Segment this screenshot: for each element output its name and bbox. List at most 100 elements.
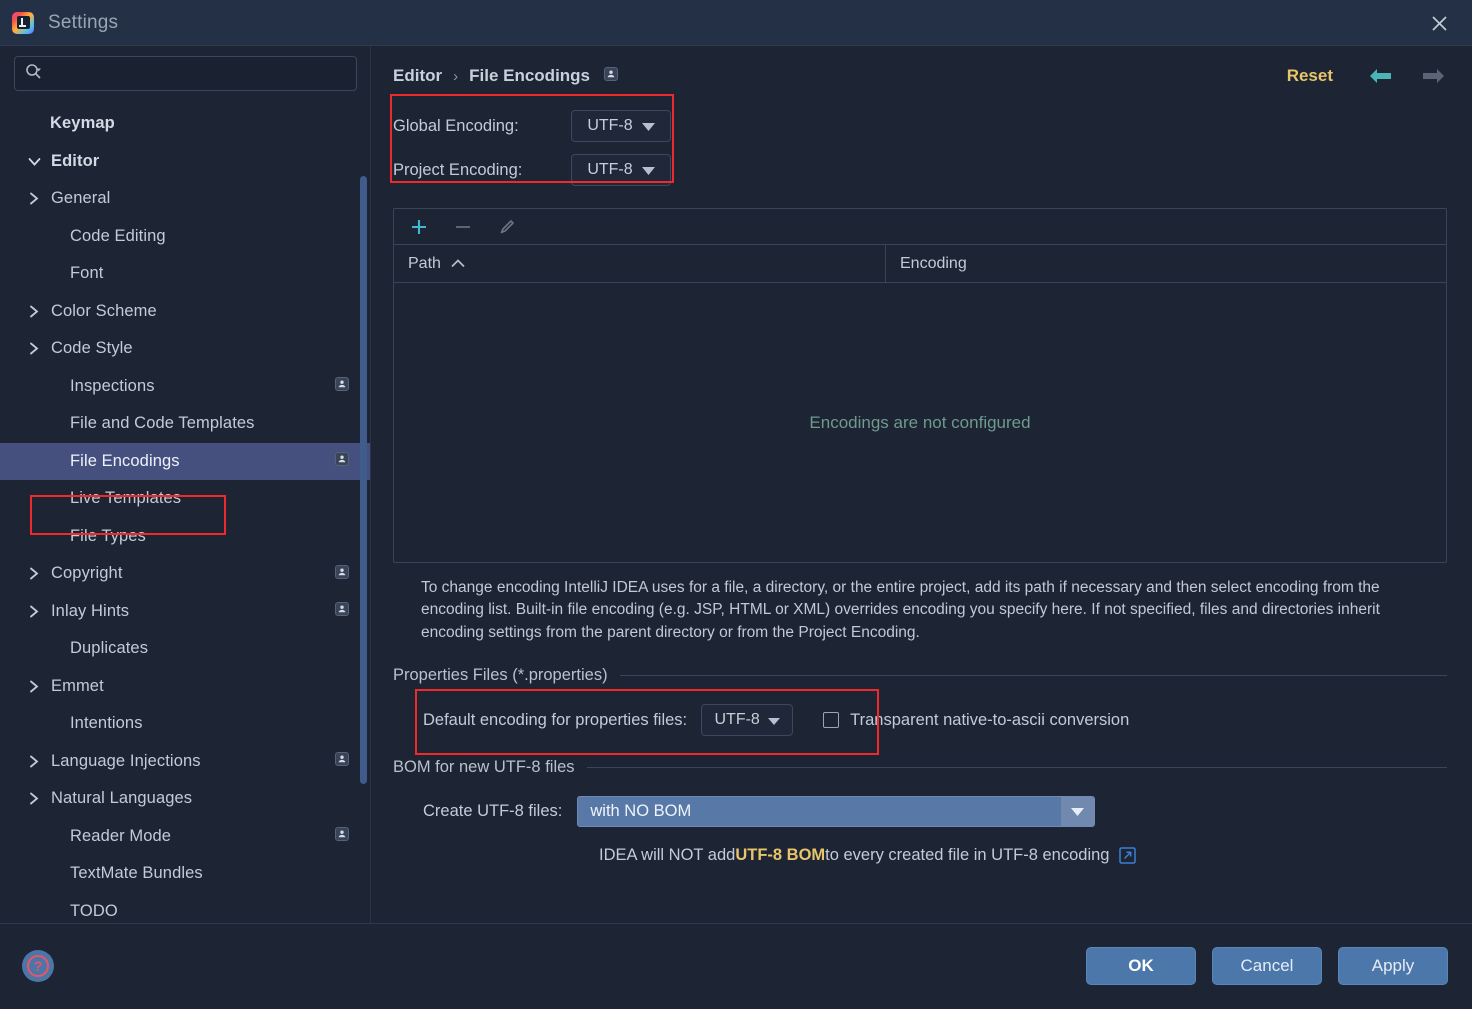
cancel-button[interactable]: Cancel [1212, 947, 1322, 985]
sidebar-item-label: Language Injections [51, 751, 201, 770]
sidebar-item-duplicates[interactable]: Duplicates [0, 630, 371, 668]
create-utf8-files-row: Create UTF-8 files: with NO BOM [393, 796, 1447, 828]
sidebar-item-label: Live Templates [70, 489, 182, 508]
chevron-right-icon[interactable] [26, 753, 42, 769]
properties-files-section: Properties Files (*.properties) Default … [393, 666, 1447, 756]
sidebar-item-emmet[interactable]: Emmet [0, 668, 371, 706]
chevron-right-icon[interactable] [26, 566, 42, 582]
sidebar-item-label: Keymap [50, 114, 115, 133]
arrow-left-icon[interactable] [1367, 66, 1394, 86]
breadcrumb-item-editor[interactable]: Editor [393, 66, 442, 86]
chevron-right-icon[interactable] [26, 303, 42, 319]
sidebar-item-color-scheme[interactable]: Color Scheme [0, 293, 371, 331]
sidebar-item-language-injections[interactable]: Language Injections [0, 743, 371, 781]
chevron-right-icon[interactable] [26, 603, 42, 619]
project-encoding-row: Project Encoding: UTF-8 [393, 148, 1447, 192]
bom-note-suffix: to every created file in UTF-8 encoding [825, 846, 1110, 865]
dialog-footer: ? OK Cancel Apply [0, 923, 1472, 1008]
sidebar-item-editor[interactable]: Editor [0, 143, 371, 181]
sidebar-item-label: Intentions [70, 714, 143, 733]
ok-button[interactable]: OK [1086, 947, 1196, 985]
minus-icon [450, 214, 476, 240]
pencil-icon [494, 214, 520, 240]
sidebar-item-file-types[interactable]: File Types [0, 518, 371, 556]
sidebar-item-font[interactable]: Font [0, 255, 371, 293]
sidebar-item-file-and-code-templates[interactable]: File and Code Templates [0, 405, 371, 443]
bom-note: IDEA will NOT add UTF-8 BOM to every cre… [393, 846, 1447, 865]
global-encoding-select[interactable]: UTF-8 [571, 110, 671, 142]
global-encoding-row: Global Encoding: UTF-8 [393, 104, 1447, 148]
default-properties-encoding-row: Default encoding for properties files: U… [393, 704, 1447, 737]
column-header-encoding[interactable]: Encoding [885, 245, 1446, 282]
chevron-right-icon[interactable] [26, 341, 42, 357]
project-settings-badge-icon [335, 602, 349, 620]
project-settings-badge-icon [335, 564, 349, 583]
section-divider [586, 767, 1447, 769]
sidebar-item-code-editing[interactable]: Code Editing [0, 218, 371, 256]
sidebar-item-general[interactable]: General [0, 180, 371, 218]
sidebar-item-label: Inlay Hints [51, 601, 130, 620]
help-question-icon[interactable]: ? [22, 950, 54, 982]
sidebar-item-inlay-hints[interactable]: Inlay Hints [0, 593, 371, 631]
sidebar-item-label: File Encodings [70, 451, 180, 470]
sidebar-item-keymap[interactable]: Keymap [0, 105, 371, 143]
title-bar: Settings [0, 0, 1472, 46]
default-properties-encoding-select[interactable]: UTF-8 [701, 704, 794, 737]
column-header-path-label: Path [408, 254, 441, 272]
chevron-down-icon[interactable] [26, 153, 42, 169]
sidebar-scrollbar-thumb[interactable] [360, 176, 367, 784]
search-input[interactable] [14, 56, 357, 91]
sidebar-item-natural-languages[interactable]: Natural Languages [0, 780, 371, 818]
close-icon[interactable] [1406, 0, 1472, 46]
column-header-encoding-label: Encoding [900, 254, 967, 272]
reset-link[interactable]: Reset [1287, 66, 1333, 86]
plus-icon[interactable] [406, 214, 432, 240]
project-encoding-value: UTF-8 [587, 161, 633, 178]
bom-note-prefix: IDEA will NOT add [599, 846, 736, 865]
bom-note-highlight: UTF-8 BOM [735, 846, 826, 865]
sidebar-item-label: Reader Mode [70, 826, 172, 845]
encodings-table-body[interactable]: Encodings are not configured [394, 283, 1446, 562]
sidebar-item-inspections[interactable]: Inspections [0, 368, 371, 406]
sidebar-item-textmate-bundles[interactable]: TextMate Bundles [0, 855, 371, 893]
sidebar-item-todo[interactable]: TODO [0, 893, 371, 931]
column-header-path[interactable]: Path [394, 245, 885, 282]
external-link-icon[interactable] [1119, 847, 1137, 865]
bom-section-title: BOM for new UTF-8 files [393, 758, 575, 777]
settings-tree: Keymap Editor General Code Editing Font Color… [0, 105, 371, 930]
sort-ascending-icon [451, 255, 465, 273]
global-encoding-label: Global Encoding: [393, 116, 519, 135]
sidebar-item-code-style[interactable]: Code Style [0, 330, 371, 368]
properties-files-section-title: Properties Files (*.properties) [393, 666, 608, 685]
project-encoding-select[interactable]: UTF-8 [571, 154, 671, 186]
chevron-right-icon[interactable] [26, 791, 42, 807]
chevron-right-icon[interactable] [26, 678, 42, 694]
intellij-idea-logo [12, 11, 34, 34]
create-utf8-files-select[interactable]: with NO BOM [577, 796, 1096, 828]
sidebar-scrollbar[interactable] [360, 176, 367, 876]
arrow-right-icon[interactable] [1420, 66, 1447, 86]
sidebar-item-intentions[interactable]: Intentions [0, 705, 371, 743]
search-icon [25, 63, 42, 84]
window-title: Settings [48, 11, 119, 33]
sidebar-item-live-templates[interactable]: Live Templates [0, 480, 371, 518]
transparent-native-to-ascii-checkbox[interactable]: Transparent native-to-ascii conversion [823, 711, 1129, 730]
sidebar-item-label: Editor [51, 151, 100, 170]
chevron-right-icon[interactable] [26, 191, 42, 207]
sidebar-item-label: TextMate Bundles [70, 864, 203, 883]
settings-content: Editor › File Encodings Reset Global Enc… [371, 46, 1472, 923]
sidebar-item-reader-mode[interactable]: Reader Mode [0, 818, 371, 856]
chevron-down-icon [1061, 797, 1095, 827]
default-properties-encoding-label: Default encoding for properties files: [423, 710, 688, 729]
sidebar-item-copyright[interactable]: Copyright [0, 555, 371, 593]
breadcrumb: Editor › File Encodings Reset [393, 46, 1447, 98]
create-utf8-files-label: Create UTF-8 files: [423, 802, 563, 821]
apply-button[interactable]: Apply [1338, 947, 1448, 985]
chevron-down-icon [767, 712, 780, 729]
sidebar-item-label: Duplicates [70, 639, 149, 658]
sidebar-item-file-encodings[interactable]: File Encodings [0, 442, 371, 480]
